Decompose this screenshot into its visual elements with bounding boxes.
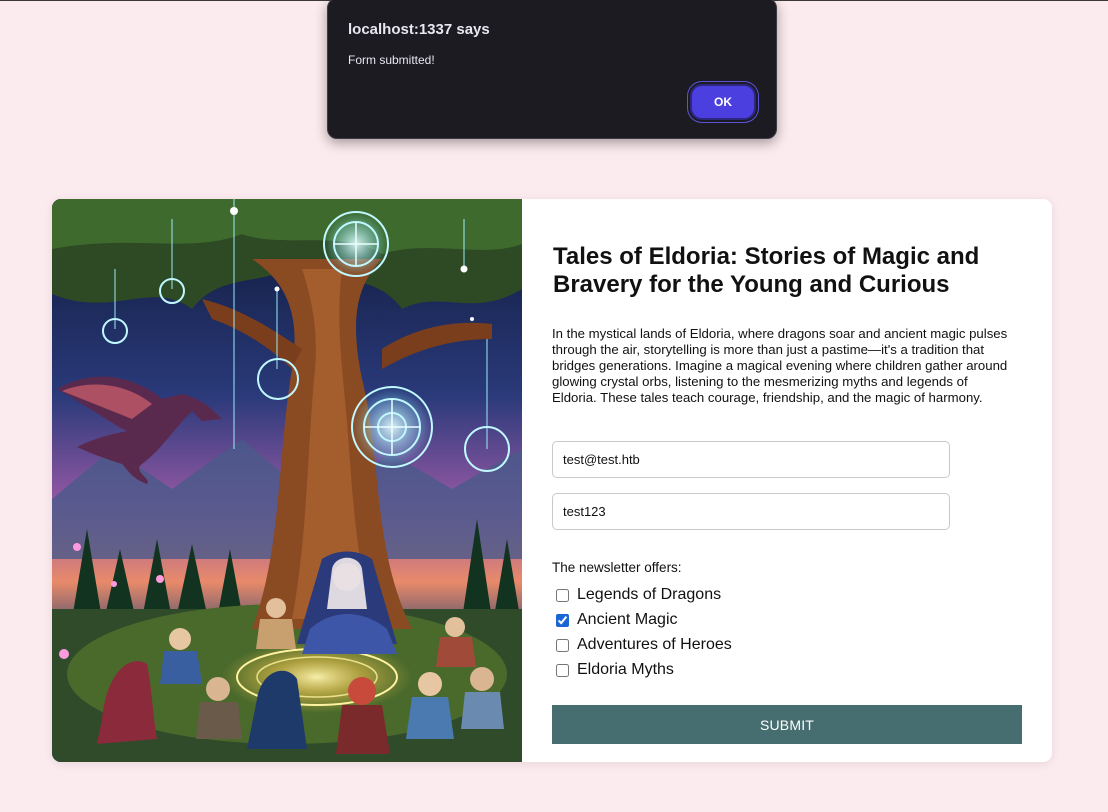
alert-title: localhost:1337 says — [348, 21, 490, 38]
option-legends-of-dragons[interactable]: Legends of Dragons — [556, 585, 721, 605]
alert-dialog: localhost:1337 says Form submitted! OK — [327, 0, 777, 139]
newsletter-card: Tales of Eldoria: Stories of Magic and B… — [52, 199, 1052, 762]
checkbox-ancient-magic[interactable] — [556, 613, 569, 627]
email-field[interactable] — [552, 441, 950, 478]
password-field[interactable] — [552, 493, 950, 530]
checkbox-legends-of-dragons[interactable] — [556, 588, 569, 602]
option-adventures-of-heroes[interactable]: Adventures of Heroes — [556, 635, 732, 655]
option-label: Eldoria Myths — [577, 661, 674, 678]
option-ancient-magic[interactable]: Ancient Magic — [556, 610, 678, 630]
newsletter-offers-label: The newsletter offers: — [552, 560, 682, 575]
storytelling-illustration — [52, 199, 522, 762]
alert-message: Form submitted! — [348, 53, 435, 67]
checkbox-eldoria-myths[interactable] — [556, 663, 569, 677]
submit-button[interactable]: SUBMIT — [552, 705, 1022, 744]
alert-ok-button[interactable]: OK — [690, 84, 756, 120]
intro-paragraph: In the mystical lands of Eldoria, where … — [552, 326, 1008, 405]
checkbox-adventures-of-heroes[interactable] — [556, 638, 569, 652]
form-panel: Tales of Eldoria: Stories of Magic and B… — [552, 199, 1022, 762]
option-label: Adventures of Heroes — [577, 636, 732, 653]
option-eldoria-myths[interactable]: Eldoria Myths — [556, 660, 674, 680]
option-label: Legends of Dragons — [577, 586, 722, 603]
page-title: Tales of Eldoria: Stories of Magic and B… — [553, 243, 980, 298]
option-label: Ancient Magic — [577, 611, 678, 628]
